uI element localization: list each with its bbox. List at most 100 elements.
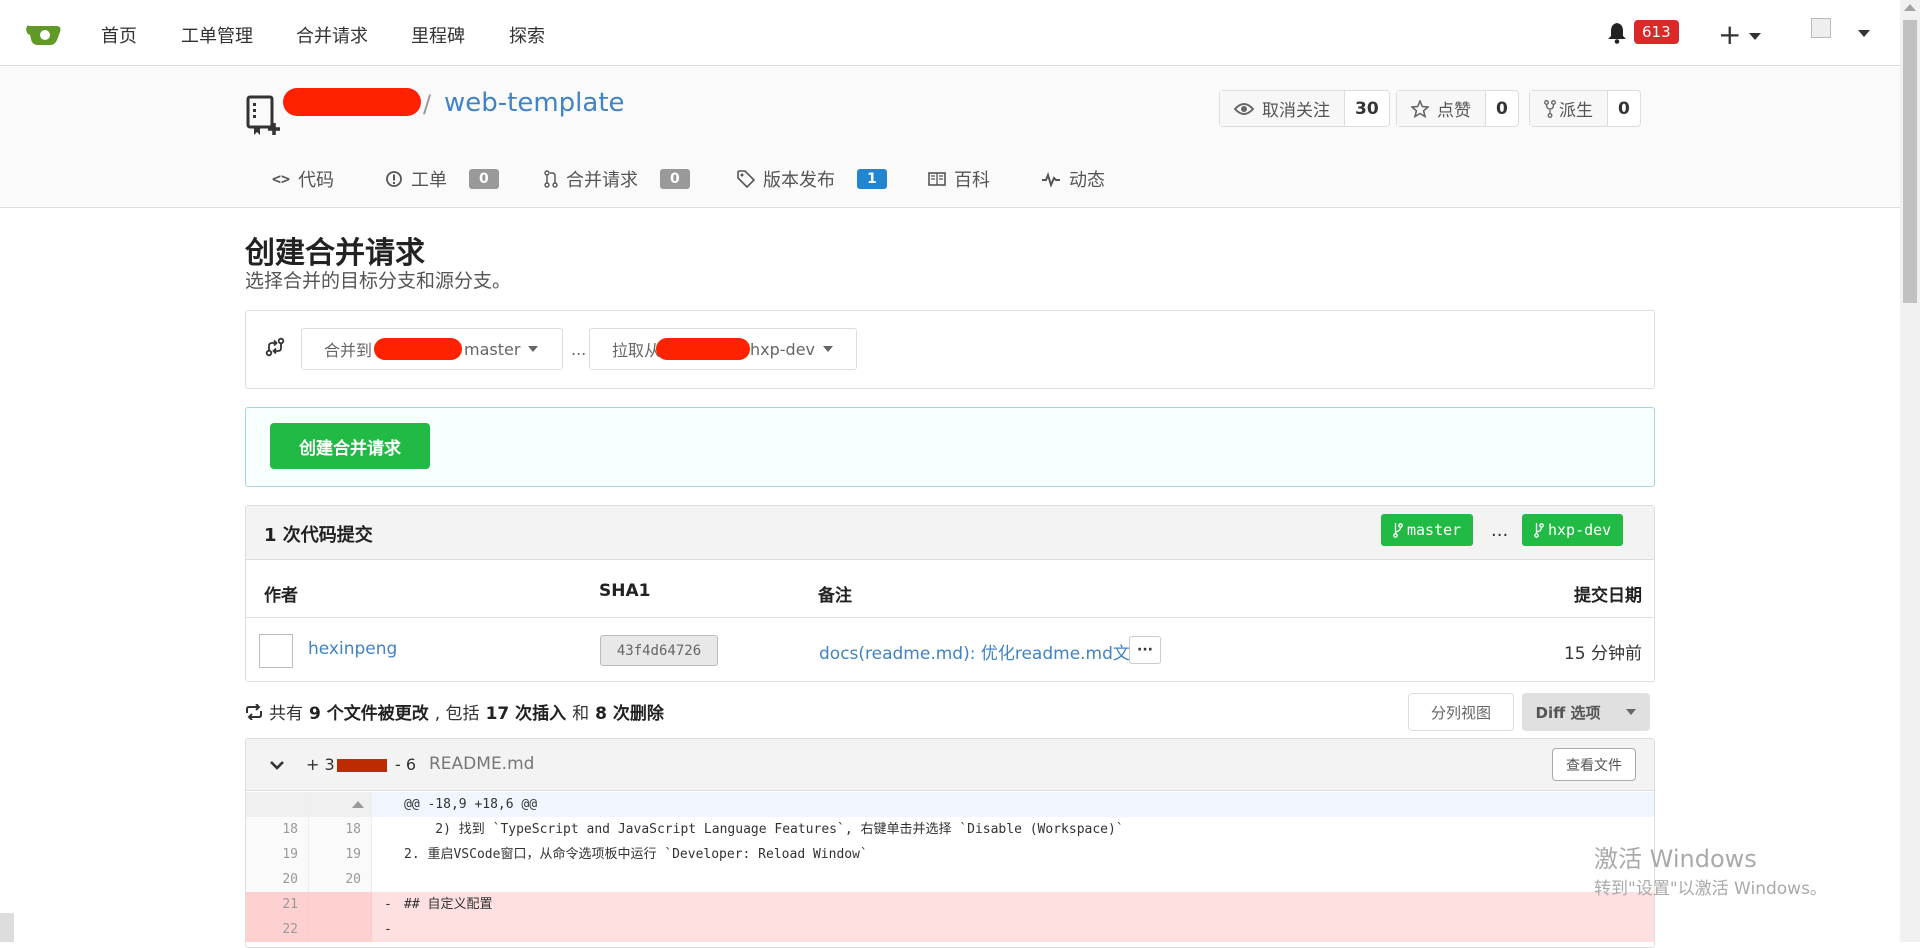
nav-explore[interactable]: 探索 [509, 22, 545, 48]
tab-activity-label: 动态 [1069, 170, 1105, 191]
branch-icon [1393, 523, 1403, 538]
user-avatar[interactable] [1811, 18, 1831, 38]
tab-activity[interactable]: 动态 [1041, 166, 1105, 192]
base-branch-name: master [464, 339, 521, 359]
head-branch-name: hxp-dev [750, 339, 816, 359]
fork-icon [1544, 99, 1556, 118]
watch-count[interactable]: 30 [1344, 91, 1389, 126]
tab-releases-label: 版本发布 [763, 170, 835, 191]
nav-milestones[interactable]: 里程碑 [411, 22, 465, 48]
diff-options-dropdown[interactable]: Diff 选项 [1522, 693, 1650, 731]
view-file-button[interactable]: 查看文件 [1552, 748, 1636, 781]
author-avatar[interactable] [259, 634, 293, 668]
diff-summary-prefix: 共有 [269, 704, 303, 724]
star-button-group[interactable]: 点赞 0 [1396, 90, 1519, 127]
issue-icon [386, 171, 402, 187]
nav-issues[interactable]: 工单管理 [181, 22, 253, 48]
old-line-number[interactable]: 22 [246, 917, 309, 942]
diff-code-view: @@ -18,9 +18,6 @@ 18 18 2) 找到 `TypeScrip… [246, 792, 1654, 942]
tab-pull-requests[interactable]: 合并请求 0 [544, 166, 690, 192]
bell-icon[interactable] [1607, 22, 1627, 44]
fork-button[interactable]: 派生 [1530, 91, 1607, 126]
redacted-owner-name [283, 88, 421, 116]
head-branch-prefix: 拉取从 [612, 341, 661, 360]
commits-header: 1 次代码提交 master ... hxp-dev [246, 506, 1654, 560]
tab-wiki[interactable]: 百科 [928, 166, 990, 192]
new-line-number[interactable]: 20 [309, 867, 372, 892]
tab-code[interactable]: <> 代码 [272, 166, 334, 192]
deletions-count: 8 次删除 [595, 704, 664, 724]
tag-icon [737, 170, 755, 188]
create-new-menu[interactable]: + [1718, 18, 1762, 51]
diff-line: 18 18 2) 找到 `TypeScript and JavaScript L… [246, 817, 1654, 842]
pill-separator-dots: ... [1491, 520, 1509, 541]
nav-pull-requests[interactable]: 合并请求 [296, 22, 368, 48]
left-edge-tab [0, 913, 14, 942]
repo-template-icon [246, 95, 280, 135]
nav-home[interactable]: 首页 [101, 22, 137, 48]
tab-releases[interactable]: 版本发布 1 [737, 166, 887, 192]
new-line-number[interactable] [309, 917, 372, 942]
commit-message-expand-button[interactable]: ··· [1129, 636, 1161, 664]
expand-up-icon[interactable] [352, 801, 364, 808]
branch-icon [1534, 523, 1544, 538]
base-branch-dropdown[interactable]: 合并到 master [301, 328, 563, 370]
chevron-down-icon [1626, 709, 1637, 715]
star-count[interactable]: 0 [1485, 91, 1518, 126]
new-line-number[interactable] [309, 892, 372, 917]
old-line-number[interactable]: 20 [246, 867, 309, 892]
star-label: 点赞 [1437, 101, 1471, 121]
tab-issues[interactable]: 工单 0 [385, 166, 499, 192]
base-branch-pill[interactable]: master [1381, 514, 1474, 546]
column-message: 备注 [818, 586, 852, 606]
releases-count-badge: 1 [857, 169, 887, 189]
old-line-number[interactable]: 21 [246, 892, 309, 917]
commit-message-link[interactable]: docs(readme.md): 优化readme.md文件 [819, 639, 1147, 664]
create-pr-panel [245, 407, 1655, 487]
branch-separator-dots: ... [571, 340, 587, 359]
scrollbar-thumb[interactable] [1903, 20, 1917, 303]
diff-options-label: Diff 选项 [1535, 703, 1601, 722]
diff-hunk-header: @@ -18,9 +18,6 @@ [246, 792, 1654, 817]
column-author: 作者 [264, 586, 298, 606]
page-subtitle: 选择合并的目标分支和源分支。 [245, 270, 512, 292]
repo-name-link[interactable]: web-template [444, 88, 625, 118]
user-menu-chevron-icon[interactable] [1858, 30, 1870, 37]
commit-author-link[interactable]: hexinpeng [308, 639, 397, 659]
diff-line-text: ## 自定义配置 [404, 897, 493, 912]
head-branch-pill[interactable]: hxp-dev [1522, 514, 1624, 546]
star-icon [1411, 99, 1429, 118]
file-additions-count: + 3 [306, 755, 335, 774]
commit-sha-button[interactable]: 43f4d64726 [600, 635, 718, 666]
diff-line-text: 2) 找到 `TypeScript and JavaScript Languag… [404, 822, 1124, 837]
scroll-up-arrow-icon[interactable] [1904, 4, 1916, 11]
head-branch-dropdown[interactable]: 拉取从 hxp-dev [589, 328, 857, 370]
gitea-logo-icon[interactable] [26, 20, 62, 46]
new-line-number[interactable]: 19 [309, 842, 372, 867]
chevron-down-icon [528, 346, 539, 352]
watermark-subtitle: 转到"设置"以激活 Windows。 [1594, 879, 1827, 899]
chevron-down-icon [823, 346, 834, 352]
old-line-number[interactable]: 19 [246, 842, 309, 867]
star-button[interactable]: 点赞 [1397, 91, 1485, 126]
notification-count-badge[interactable]: 613 [1634, 20, 1679, 44]
commits-count-title: 1 次代码提交 [264, 525, 373, 546]
collapse-chevron-icon[interactable] [268, 756, 286, 774]
old-line-number[interactable]: 18 [246, 817, 309, 842]
diff-line: 20 20 [246, 867, 1654, 892]
redacted-head-owner [656, 338, 751, 360]
split-view-button[interactable]: 分列视图 [1408, 693, 1514, 731]
diff-sign: - [384, 897, 392, 912]
fork-button-group[interactable]: 派生 0 [1529, 90, 1641, 127]
plus-icon: + [1718, 18, 1742, 51]
pull-request-icon [544, 170, 558, 188]
tab-code-label: 代码 [298, 170, 335, 191]
create-pull-request-button[interactable]: 创建合并请求 [270, 423, 430, 469]
watch-button-group[interactable]: 取消关注 30 [1219, 90, 1390, 127]
unwatch-button[interactable]: 取消关注 [1220, 91, 1344, 126]
diff-sign: - [384, 922, 392, 937]
diff-line-deleted: 22 - [246, 917, 1654, 942]
fork-count[interactable]: 0 [1607, 91, 1640, 126]
file-deletions-count: - 6 [395, 755, 417, 774]
new-line-number[interactable]: 18 [309, 817, 372, 842]
